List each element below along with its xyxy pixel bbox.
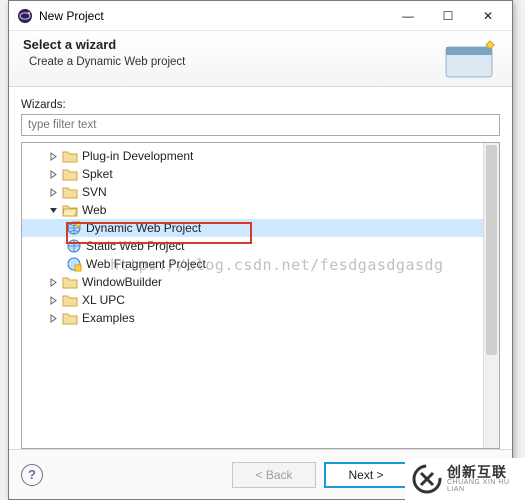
tree-item-label: WindowBuilder [82,275,162,289]
collapse-icon[interactable] [46,203,60,217]
close-button[interactable]: ✕ [468,2,508,30]
tree-item-label: Plug-in Development [82,149,193,163]
folder-icon [62,167,78,181]
window-controls: — ☐ ✕ [388,2,508,30]
expand-icon[interactable] [46,185,60,199]
content-area: Wizards: Plug-in Development Spket SVN [9,87,512,449]
logo-icon [411,463,443,495]
logo-text-en: CHUANG XIN HU LIAN [447,479,525,493]
tree-item-static-web-project[interactable]: Static Web Project [22,237,483,255]
tree-item-label: Dynamic Web Project [86,221,201,235]
tree-item-dynamic-web-project[interactable]: Dynamic Web Project [22,219,483,237]
filter-input[interactable] [21,114,500,136]
folder-icon [62,275,78,289]
tree-item-xl-upc[interactable]: XL UPC [22,291,483,309]
window-title: New Project [39,9,388,23]
logo-text-cn: 创新互联 [447,465,525,479]
tree-item-label: Web [82,203,106,217]
expand-icon[interactable] [46,275,60,289]
folder-icon [62,311,78,325]
tree-item-label: Web Fragment Project [86,257,206,271]
expand-icon[interactable] [46,293,60,307]
tree-item-spket[interactable]: Spket [22,165,483,183]
new-project-dialog: New Project — ☐ ✕ Select a wizard Create… [8,0,513,500]
tree-item-web[interactable]: Web [22,201,483,219]
banner-heading: Select a wizard [23,37,442,52]
wizard-banner: Select a wizard Create a Dynamic Web pro… [9,31,512,87]
next-button[interactable]: Next > [324,462,408,488]
tree-item-label: SVN [82,185,107,199]
help-button[interactable]: ? [21,464,43,486]
scrollbar-thumb[interactable] [486,145,497,355]
banner-description: Create a Dynamic Web project [29,56,442,68]
folder-icon [62,149,78,163]
maximize-button[interactable]: ☐ [428,2,468,30]
dynamic-web-icon [66,220,82,236]
back-button[interactable]: < Back [232,462,316,488]
wizard-banner-icon [442,37,498,83]
logo-overlay: 创新互联 CHUANG XIN HU LIAN [405,458,525,500]
folder-open-icon [62,203,78,217]
folder-icon [62,293,78,307]
tree-item-label: Examples [82,311,135,325]
vertical-scrollbar[interactable] [483,143,499,448]
minimize-button[interactable]: — [388,2,428,30]
expand-icon[interactable] [46,167,60,181]
tree-item-windowbuilder[interactable]: WindowBuilder [22,273,483,291]
folder-icon [62,185,78,199]
tree-item-label: XL UPC [82,293,125,307]
tree-item-svn[interactable]: SVN [22,183,483,201]
wizard-tree-container: Plug-in Development Spket SVN Web [21,142,500,449]
tree-item-web-fragment-project[interactable]: Web Fragment Project [22,255,483,273]
expand-icon[interactable] [46,311,60,325]
web-fragment-icon [66,256,82,272]
tree-item-plugin-dev[interactable]: Plug-in Development [22,147,483,165]
wizards-label: Wizards: [21,99,500,111]
titlebar[interactable]: New Project — ☐ ✕ [9,1,512,31]
tree-item-examples[interactable]: Examples [22,309,483,327]
expand-icon[interactable] [46,149,60,163]
wizard-tree[interactable]: Plug-in Development Spket SVN Web [22,143,483,448]
tree-item-label: Static Web Project [86,239,184,253]
eclipse-icon [17,8,33,24]
static-web-icon [66,238,82,254]
tree-item-label: Spket [82,167,113,181]
